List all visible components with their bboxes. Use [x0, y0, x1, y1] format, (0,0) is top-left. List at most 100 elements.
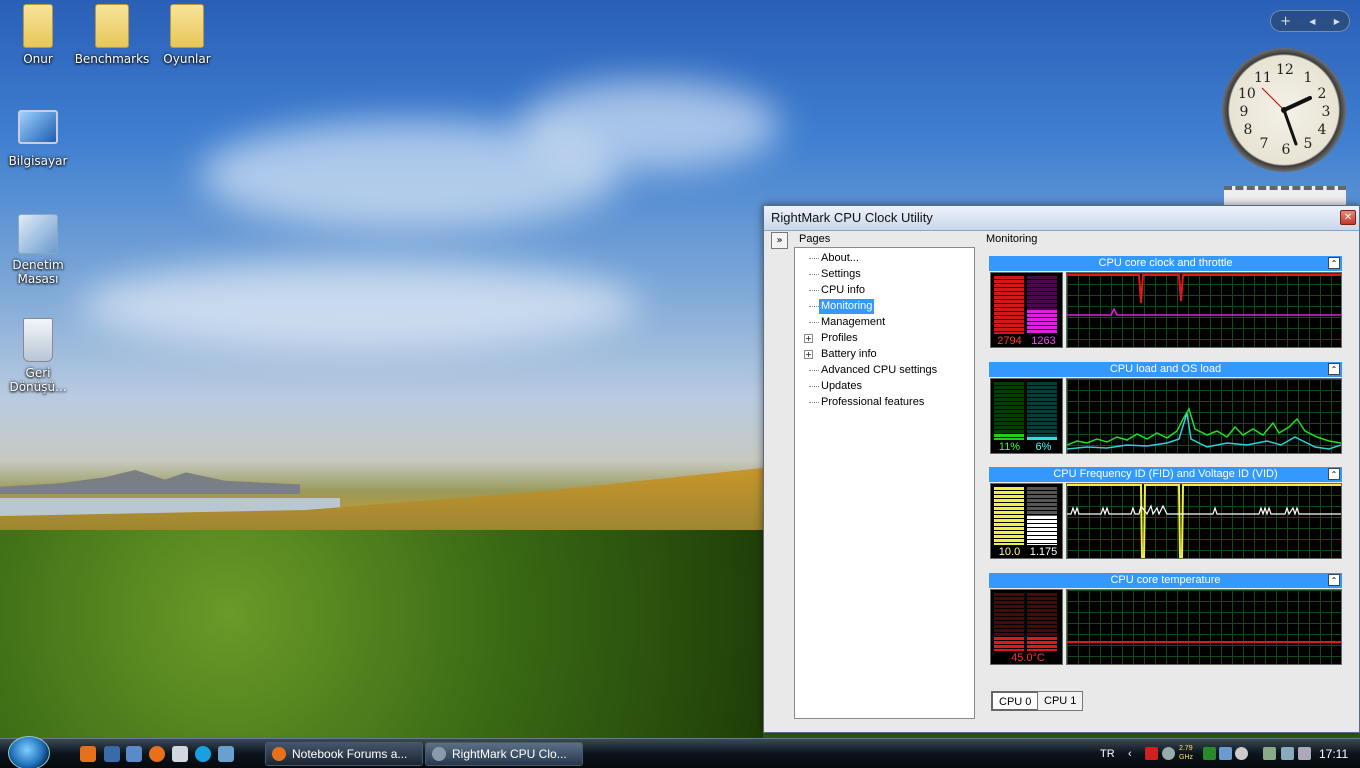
- tree-item-monitoring[interactable]: Monitoring: [819, 299, 875, 314]
- prev-gadget-button[interactable]: ◀: [1309, 17, 1315, 26]
- tree-item-profiles[interactable]: Profiles: [819, 331, 860, 346]
- panel-cpu-load: CPU load and OS load ⌃ 11% 6%: [989, 362, 1342, 455]
- language-indicator[interactable]: TR: [1100, 739, 1115, 768]
- panel-title: CPU load and OS load: [1109, 363, 1222, 375]
- desktop-icon-denetim-masasi[interactable]: Denetim Masası: [0, 214, 76, 286]
- panel-title: CPU Frequency ID (FID) and Voltage ID (V…: [1053, 468, 1278, 480]
- chevron-left-icon[interactable]: ‹: [1128, 739, 1132, 768]
- desktop-icon-geri-donusum[interactable]: Geri Dönüşü...: [0, 318, 76, 394]
- fid-vid-graph-lines: [1067, 484, 1341, 558]
- next-gadget-button[interactable]: ▶: [1334, 17, 1340, 26]
- vid-value: 1.175: [1029, 546, 1058, 558]
- desktop-icon[interactable]: [126, 746, 142, 762]
- load-graph: [1066, 378, 1342, 454]
- tree-item-management[interactable]: Management: [819, 315, 887, 330]
- expand-icon[interactable]: +: [804, 334, 813, 343]
- window-titlebar[interactable]: RightMark CPU Clock Utility ✕: [764, 206, 1359, 231]
- network-icon[interactable]: [218, 746, 234, 762]
- panel-title: CPU core clock and throttle: [1098, 257, 1233, 269]
- task-label: RightMark CPU Clo...: [452, 747, 567, 761]
- tree-item-about[interactable]: About...: [819, 251, 861, 266]
- panel-title: CPU core temperature: [1110, 574, 1221, 586]
- throttle-bar: [1027, 276, 1057, 334]
- panel-fid-vid: CPU Frequency ID (FID) and Voltage ID (V…: [989, 467, 1342, 560]
- pages-tree: About... Settings CPU info Monitoring Ma…: [794, 247, 975, 719]
- load-meter: 11% 6%: [990, 378, 1063, 454]
- tree-item-professional-features[interactable]: Professional features: [819, 395, 926, 410]
- gear-icon[interactable]: [1162, 747, 1175, 760]
- volume-icon[interactable]: [1298, 747, 1311, 760]
- temperature-graph: [1066, 589, 1342, 665]
- explorer-icon[interactable]: [172, 746, 188, 762]
- sidebar-gadget-controls: + ◀ ▶: [1270, 10, 1350, 32]
- tab-cpu-1[interactable]: CPU 1: [1037, 691, 1084, 711]
- desktop-icon-bilgisayar[interactable]: Bilgisayar: [0, 110, 76, 168]
- skype-icon[interactable]: [195, 746, 211, 762]
- clock-graph: [1066, 272, 1342, 348]
- task-firefox[interactable]: Notebook Forums a...: [265, 742, 423, 766]
- collapse-panel-icon[interactable]: ⌃: [1328, 468, 1340, 480]
- desktop-icon-label: Denetim Masası: [12, 258, 64, 286]
- folder-icon: [170, 4, 204, 48]
- clock-gadget[interactable]: 12 1 2 3 4 5 6 7 8 9 10 11: [1222, 48, 1346, 172]
- task-label: Notebook Forums a...: [292, 747, 408, 761]
- tree-connector: [809, 322, 819, 323]
- clock-value: 2794: [997, 335, 1022, 347]
- panel-header: CPU core temperature ⌃: [989, 573, 1342, 588]
- network-icon[interactable]: [1281, 747, 1294, 760]
- collapse-pages-button[interactable]: »: [771, 232, 788, 249]
- cpu-load-value: 11%: [998, 441, 1021, 453]
- collapse-panel-icon[interactable]: ⌃: [1328, 363, 1340, 375]
- desktop-icon-label: Bilgisayar: [8, 154, 68, 168]
- performance-icon[interactable]: [1203, 747, 1216, 760]
- desktop-icon-onur[interactable]: Onur: [0, 2, 76, 66]
- desktop-icon-label: Benchmarks: [74, 52, 150, 66]
- tree-connector: [809, 274, 819, 275]
- clock-graph-lines: [1067, 274, 1341, 316]
- firefox-icon[interactable]: [149, 746, 165, 762]
- load-graph-lines: [1067, 407, 1341, 450]
- app-icon[interactable]: [104, 746, 120, 762]
- tree-connector: [809, 386, 819, 387]
- tree-connector: [809, 370, 819, 371]
- shield-icon[interactable]: [1145, 747, 1158, 760]
- tree-item-advanced-cpu-settings[interactable]: Advanced CPU settings: [819, 363, 939, 378]
- collapse-panel-icon[interactable]: ⌃: [1328, 257, 1340, 269]
- desktop-icon-oyunlar[interactable]: Oyunlar: [149, 2, 225, 66]
- office-icon[interactable]: [80, 746, 96, 762]
- temperature-graph-lines: [1067, 641, 1341, 643]
- desktop-icon-benchmarks[interactable]: Benchmarks: [74, 2, 150, 66]
- start-button[interactable]: [8, 736, 50, 768]
- os-load-bar: [1027, 382, 1057, 440]
- temperature-bar: [994, 593, 1024, 651]
- add-gadget-button[interactable]: +: [1280, 14, 1291, 29]
- vid-bar: [1027, 487, 1057, 545]
- control-panel-icon: [18, 214, 58, 254]
- panel-header: CPU Frequency ID (FID) and Voltage ID (V…: [989, 467, 1342, 482]
- task-rightmark[interactable]: RightMark CPU Clo...: [425, 742, 583, 766]
- clock-meter: 2794 1263: [990, 272, 1063, 348]
- taskbar: Notebook Forums a... RightMark CPU Clo..…: [0, 736, 1360, 768]
- tree-item-settings[interactable]: Settings: [819, 267, 863, 282]
- system-clock[interactable]: 17:11: [1319, 739, 1348, 768]
- tree-connector: [809, 306, 819, 307]
- desktop-icon-label: Oyunlar: [163, 52, 211, 66]
- clock-icon[interactable]: [1235, 747, 1248, 760]
- tree-item-cpu-info[interactable]: CPU info: [819, 283, 867, 298]
- monitor-icon[interactable]: [1219, 747, 1232, 760]
- tree-item-updates[interactable]: Updates: [819, 379, 864, 394]
- clock-hands: [1261, 87, 1312, 146]
- distant-rocks: [0, 470, 300, 494]
- folder-icon: [95, 4, 129, 48]
- tree-item-battery-info[interactable]: Battery info: [819, 347, 879, 362]
- collapse-panel-icon[interactable]: ⌃: [1328, 574, 1340, 586]
- clock-bar: [994, 276, 1024, 334]
- fid-bar: [994, 487, 1024, 545]
- tab-cpu-0[interactable]: CPU 0: [991, 691, 1040, 711]
- folder-icon: [23, 4, 53, 48]
- panel-temperature: CPU core temperature ⌃ 45.0°C: [989, 573, 1342, 666]
- battery-icon[interactable]: [1263, 747, 1276, 760]
- expand-icon[interactable]: +: [804, 350, 813, 359]
- cpu-speed-indicator[interactable]: 2.79 GHz: [1179, 744, 1199, 762]
- close-icon[interactable]: ✕: [1340, 210, 1356, 225]
